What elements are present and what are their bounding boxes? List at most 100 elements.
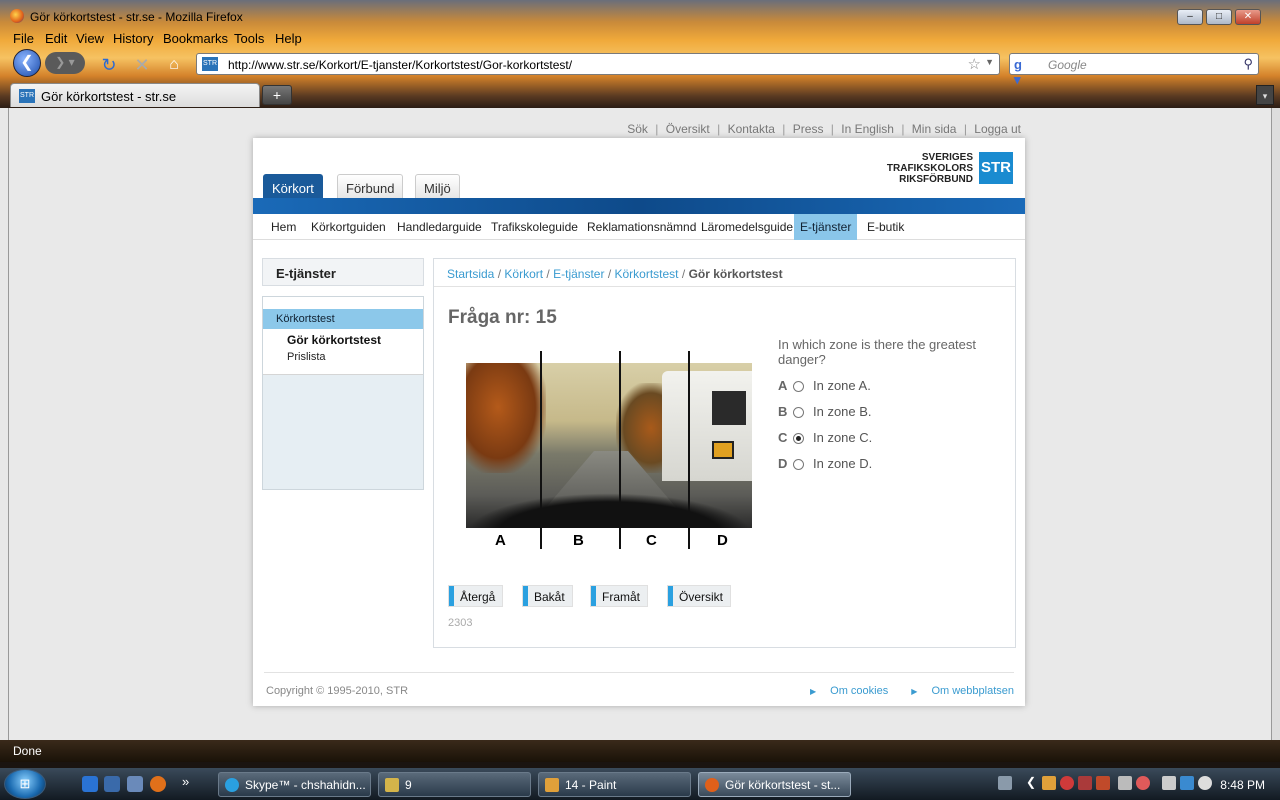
menu-help[interactable]: Help bbox=[275, 31, 302, 46]
keyboard-icon[interactable] bbox=[998, 776, 1012, 790]
url-bar[interactable]: STR http://www.str.se/Korkort/E-tjanster… bbox=[196, 53, 1000, 75]
footer-link-cookies[interactable]: ▶ Om cookies bbox=[800, 685, 888, 697]
crumb-korkort[interactable]: Körkort bbox=[504, 267, 543, 281]
subnav-korkortguiden[interactable]: Körkortguiden bbox=[305, 214, 392, 240]
tab-korkort[interactable]: Körkort bbox=[263, 174, 323, 198]
crumb-startsida[interactable]: Startsida bbox=[447, 267, 494, 281]
home-button[interactable]: ⌂ bbox=[160, 52, 188, 80]
task-skype[interactable]: Skype™ - chshahidn... bbox=[218, 772, 371, 797]
subnav-hem[interactable]: Hem bbox=[265, 214, 302, 240]
tab-active[interactable]: STR Gör körkortstest - str.se bbox=[10, 83, 260, 107]
str-logo[interactable]: SVERIGES TRAFIKSKOLORS RIKSFÖRBUND STR bbox=[887, 152, 1013, 186]
bakat-button[interactable]: Bakåt bbox=[522, 585, 573, 607]
question-id: 2303 bbox=[448, 617, 473, 629]
zone-divider bbox=[688, 351, 690, 549]
question-text: In which zone is there the greatest dang… bbox=[778, 337, 977, 367]
menu-file[interactable]: File bbox=[13, 31, 34, 46]
footer-link-webbplatsen[interactable]: ▶ Om webbplatsen bbox=[901, 685, 1014, 697]
util-link-kontakta[interactable]: Kontakta bbox=[728, 122, 775, 136]
crumb-korkortstest[interactable]: Körkortstest bbox=[615, 267, 679, 281]
oversikt-button[interactable]: Översikt bbox=[667, 585, 732, 607]
atergå-button[interactable]: Återgå bbox=[448, 585, 504, 607]
window-title: Gör körkortstest - str.se - Mozilla Fire… bbox=[30, 10, 243, 24]
firefox-icon bbox=[10, 9, 24, 23]
volume-icon[interactable] bbox=[1198, 776, 1212, 790]
answer-radio-a[interactable] bbox=[793, 381, 804, 392]
menu-tools[interactable]: Tools bbox=[234, 31, 264, 46]
new-tab-button[interactable]: + bbox=[262, 85, 292, 105]
sidebar-item-gor-korkortstest[interactable]: Gör körkortstest bbox=[287, 333, 381, 347]
browser-chrome: Gör körkortstest - str.se - Mozilla Fire… bbox=[0, 0, 1280, 108]
device-icon[interactable] bbox=[1118, 776, 1132, 790]
bookmark-star-icon[interactable]: ☆ bbox=[968, 55, 981, 73]
usb-icon[interactable] bbox=[1162, 776, 1176, 790]
reload-button[interactable]: ↻ bbox=[95, 52, 123, 80]
stop-button[interactable]: ✕ bbox=[128, 52, 156, 80]
tab-miljo[interactable]: Miljö bbox=[415, 174, 460, 198]
firefox-quicklaunch-icon[interactable] bbox=[150, 776, 166, 792]
subnav-handledarguide[interactable]: Handledarguide bbox=[391, 214, 488, 240]
network-icon[interactable] bbox=[1180, 776, 1194, 790]
tray-app2-icon[interactable] bbox=[1096, 776, 1110, 790]
tab-forbund[interactable]: Förbund bbox=[337, 174, 404, 198]
subnav-trafikskoleguide[interactable]: Trafikskoleguide bbox=[485, 214, 584, 240]
crumb-current: Gör körkortstest bbox=[688, 267, 783, 281]
answer-radio-c[interactable] bbox=[793, 433, 804, 444]
crumb-e-tjanster[interactable]: E-tjänster bbox=[553, 267, 604, 281]
back-button[interactable]: ❮ bbox=[13, 49, 41, 77]
close-button[interactable]: ✕ bbox=[1235, 9, 1261, 25]
scrollbar[interactable] bbox=[1272, 108, 1280, 740]
search-placeholder[interactable]: Google bbox=[1048, 58, 1087, 72]
ie-icon[interactable] bbox=[82, 776, 98, 792]
reload-icon: ↻ bbox=[101, 55, 117, 75]
util-link-logga-ut[interactable]: Logga ut bbox=[974, 122, 1021, 136]
arrow-right-icon: ▶ bbox=[911, 687, 918, 696]
util-link-sok[interactable]: Sök bbox=[627, 122, 648, 136]
status-text: Done bbox=[13, 744, 42, 758]
menu-edit[interactable]: Edit bbox=[45, 31, 67, 46]
skype-icon bbox=[225, 778, 239, 792]
task-folder[interactable]: 9 bbox=[378, 772, 531, 797]
search-icon[interactable]: ⚲ bbox=[1243, 56, 1253, 72]
switch-windows-icon[interactable] bbox=[127, 776, 143, 792]
subnav-laromedelsguide[interactable]: Läromedelsguide bbox=[695, 214, 799, 240]
search-bar[interactable]: g ▾ Google ⚲ bbox=[1009, 53, 1259, 87]
breadcrumb: Startsida / Körkort / E-tjänster / Körko… bbox=[434, 259, 1015, 287]
quicklaunch-overflow-icon[interactable]: » bbox=[182, 774, 189, 789]
subnav-reklamationsnamnd[interactable]: Reklamationsnämnd bbox=[581, 214, 702, 240]
url-dropdown-icon[interactable]: ▼ bbox=[985, 57, 994, 67]
security-icon[interactable] bbox=[1060, 776, 1074, 790]
util-link-press[interactable]: Press bbox=[793, 122, 824, 136]
menu-history[interactable]: History bbox=[113, 31, 153, 46]
start-button[interactable]: ⊞ bbox=[4, 769, 46, 799]
forward-button[interactable]: ❯ ▾ bbox=[45, 52, 85, 74]
google-icon[interactable]: g ▾ bbox=[1014, 57, 1030, 87]
tray-app-icon[interactable] bbox=[1042, 776, 1056, 790]
subnav-e-tjanster[interactable]: E-tjänster bbox=[794, 214, 858, 240]
tools-icon[interactable] bbox=[1078, 776, 1092, 790]
url-text[interactable]: http://www.str.se/Korkort/E-tjanster/Kor… bbox=[228, 58, 572, 72]
show-desktop-icon[interactable] bbox=[104, 776, 120, 792]
tray-expand-icon[interactable]: ❮ bbox=[1026, 775, 1036, 789]
task-paint[interactable]: 14 - Paint bbox=[538, 772, 691, 797]
task-firefox[interactable]: Gör körkortstest - st... bbox=[698, 772, 851, 797]
menu-bookmarks[interactable]: Bookmarks bbox=[163, 31, 228, 46]
util-link-oversikt[interactable]: Översikt bbox=[666, 122, 710, 136]
util-link-english[interactable]: In English bbox=[841, 122, 894, 136]
framat-button[interactable]: Framåt bbox=[590, 585, 649, 607]
maximize-button[interactable]: □ bbox=[1206, 9, 1232, 25]
sidebar-item-korkortstest[interactable]: Körkortstest bbox=[263, 309, 423, 329]
menu-view[interactable]: View bbox=[76, 31, 104, 46]
status-bar: Done bbox=[0, 740, 1280, 762]
util-link-min-sida[interactable]: Min sida bbox=[912, 122, 957, 136]
utility-links: Sök | Översikt | Kontakta | Press | In E… bbox=[627, 122, 1021, 136]
minimize-button[interactable]: – bbox=[1177, 9, 1203, 25]
clock[interactable]: 8:48 PM bbox=[1220, 778, 1265, 792]
tab-list-icon[interactable]: ▾ bbox=[1256, 85, 1274, 105]
answer-radio-b[interactable] bbox=[793, 407, 804, 418]
sidebar-item-prislista[interactable]: Prislista bbox=[287, 351, 326, 363]
tray-app3-icon[interactable] bbox=[1136, 776, 1150, 790]
stop-icon: ✕ bbox=[134, 55, 150, 75]
answer-radio-d[interactable] bbox=[793, 459, 804, 470]
subnav-e-butik[interactable]: E-butik bbox=[861, 214, 910, 240]
